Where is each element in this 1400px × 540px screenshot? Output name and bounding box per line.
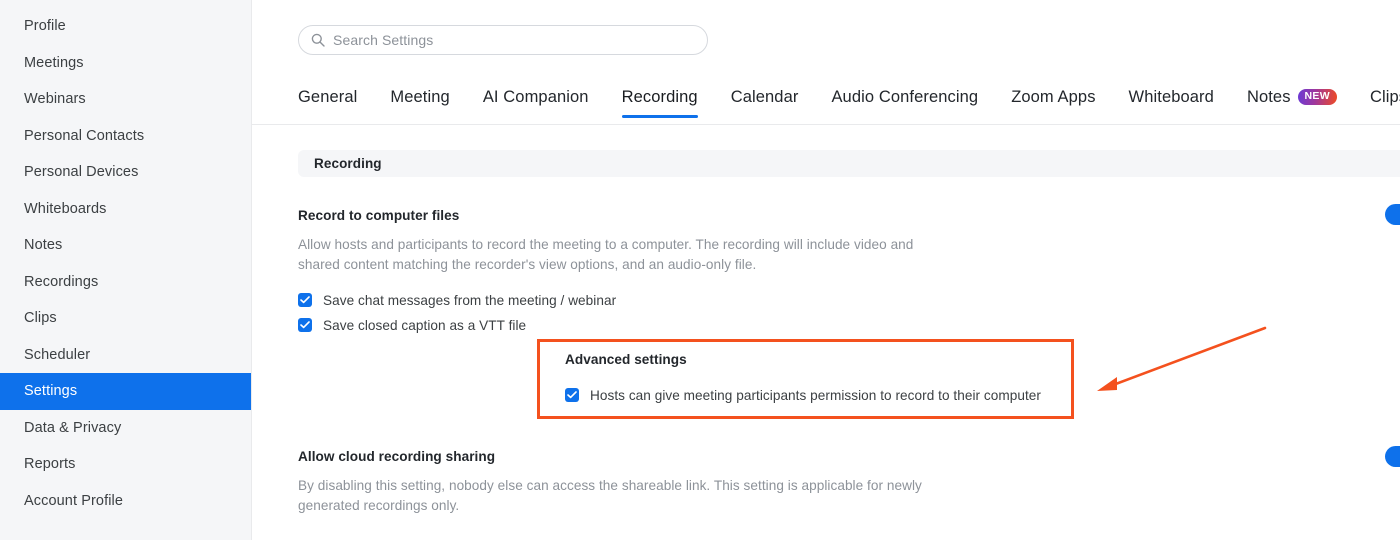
tab-ai-companion[interactable]: AI Companion <box>483 88 589 118</box>
search-input[interactable]: Search Settings <box>298 25 708 55</box>
sidebar-item-settings[interactable]: Settings <box>0 373 251 410</box>
tab-calendar[interactable]: Calendar <box>731 88 799 118</box>
tab-label: Zoom Apps <box>1011 88 1096 106</box>
sidebar-item-scheduler[interactable]: Scheduler <box>0 337 251 374</box>
sidebar-item-label: Scheduler <box>24 346 91 363</box>
tab-label: Recording <box>621 88 698 106</box>
tab-label: Notes <box>1246 88 1291 106</box>
tab-label: General <box>298 88 358 106</box>
arrow-annotation <box>1097 326 1267 391</box>
sidebar-item-meetings[interactable]: Meetings <box>0 45 251 82</box>
tab-notes[interactable]: Notes NEW <box>1247 88 1337 118</box>
sidebar-item-label: Clips <box>24 310 57 327</box>
sidebar-item-reports[interactable]: Reports <box>0 446 251 483</box>
section-banner-title: Recording <box>314 156 382 171</box>
sidebar-item-profile[interactable]: Profile <box>0 8 251 45</box>
checkbox-row-host-permission[interactable]: Hosts can give meeting participants perm… <box>565 384 1041 406</box>
tab-badge-new: NEW <box>1297 88 1337 105</box>
search-container: Search Settings <box>298 25 708 55</box>
tab-meeting[interactable]: Meeting <box>390 88 449 118</box>
tab-clips[interactable]: Clips <box>1370 88 1400 118</box>
sidebar-item-label: Webinars <box>24 91 86 108</box>
checkbox-hosts-give-permission[interactable] <box>565 388 579 402</box>
sidebar-item-label: Whiteboards <box>24 200 107 217</box>
setting-title: Record to computer files <box>298 208 460 223</box>
advanced-settings-title: Advanced settings <box>565 352 687 367</box>
settings-tabs: General Meeting AI Companion Recording Calen… <box>252 88 1400 125</box>
sidebar-item-recordings[interactable]: Recordings <box>0 264 251 301</box>
section-banner: Recording <box>298 150 1400 177</box>
sidebar-item-label: Account Profile <box>24 492 124 509</box>
checkbox-group: Save chat messages from the meeting / we… <box>298 289 923 336</box>
main-content: Search Settings General Meeting AI Compani… <box>252 0 1400 540</box>
tab-label: Meeting <box>390 88 450 106</box>
sidebar-item-personal-contacts[interactable]: Personal Contacts <box>0 118 251 155</box>
sidebar-item-clips[interactable]: Clips <box>0 300 251 337</box>
tab-audio-conferencing[interactable]: Audio Conferencing <box>831 88 978 118</box>
sidebar-item-label: Notes <box>24 237 63 254</box>
sidebar-item-label: Personal Devices <box>24 164 139 181</box>
checkbox-save-chat[interactable] <box>298 293 312 307</box>
sidebar-item-label: Reports <box>24 456 76 473</box>
sidebar-item-whiteboards[interactable]: Whiteboards <box>0 191 251 228</box>
sidebar-item-data-privacy[interactable]: Data & Privacy <box>0 410 251 447</box>
checkbox-save-closed-caption[interactable] <box>298 318 312 332</box>
search-placeholder: Search Settings <box>333 32 434 48</box>
checkbox-row-save-caption[interactable]: Save closed caption as a VTT file <box>298 314 923 336</box>
tab-whiteboard[interactable]: Whiteboard <box>1129 88 1214 118</box>
sidebar-item-label: Recordings <box>24 273 99 290</box>
sidebar-nav: Profile Meetings Webinars Personal Contacts… <box>0 0 252 540</box>
advanced-settings-group: Advanced settings Hosts can give meeting… <box>565 352 1041 406</box>
settings-page: Profile Meetings Webinars Personal Contacts… <box>0 0 1400 540</box>
sidebar-item-label: Settings <box>24 383 78 400</box>
toggle-cloud-recording-sharing[interactable] <box>1385 446 1400 467</box>
search-icon <box>311 33 325 47</box>
sidebar-item-notes[interactable]: Notes <box>0 227 251 264</box>
sidebar-item-label: Profile <box>24 18 66 35</box>
sidebar-item-label: Meetings <box>24 54 84 71</box>
toggle-record-to-computer[interactable] <box>1385 204 1400 225</box>
sidebar-item-personal-devices[interactable]: Personal Devices <box>0 154 251 191</box>
checkbox-label: Save chat messages from the meeting / we… <box>323 292 617 308</box>
checkbox-label: Save closed caption as a VTT file <box>323 317 527 333</box>
sidebar-item-label: Personal Contacts <box>24 127 145 144</box>
setting-description: By disabling this setting, nobody else c… <box>298 478 922 513</box>
checkbox-label: Hosts can give meeting participants perm… <box>590 387 1041 403</box>
checkbox-row-save-chat[interactable]: Save chat messages from the meeting / we… <box>298 289 923 311</box>
tab-zoom-apps[interactable]: Zoom Apps <box>1011 88 1095 118</box>
tab-general[interactable]: General <box>298 88 357 118</box>
tab-label: AI Companion <box>482 88 589 106</box>
tab-label: Whiteboard <box>1128 88 1214 106</box>
setting-description: Allow hosts and participants to record t… <box>298 237 914 272</box>
setting-cloud-recording-sharing: Allow cloud recording sharing By disabli… <box>298 449 923 516</box>
tab-label: Audio Conferencing <box>831 88 979 106</box>
tab-recording[interactable]: Recording <box>621 88 698 118</box>
setting-record-to-computer: Record to computer files Allow hosts and… <box>298 208 923 336</box>
setting-title: Allow cloud recording sharing <box>298 449 496 464</box>
tab-label: Calendar <box>730 88 799 106</box>
sidebar-item-account-profile[interactable]: Account Profile <box>0 483 251 520</box>
sidebar-item-label: Data & Privacy <box>24 419 122 436</box>
sidebar-item-webinars[interactable]: Webinars <box>0 81 251 118</box>
tab-label: Clips <box>1369 88 1400 106</box>
